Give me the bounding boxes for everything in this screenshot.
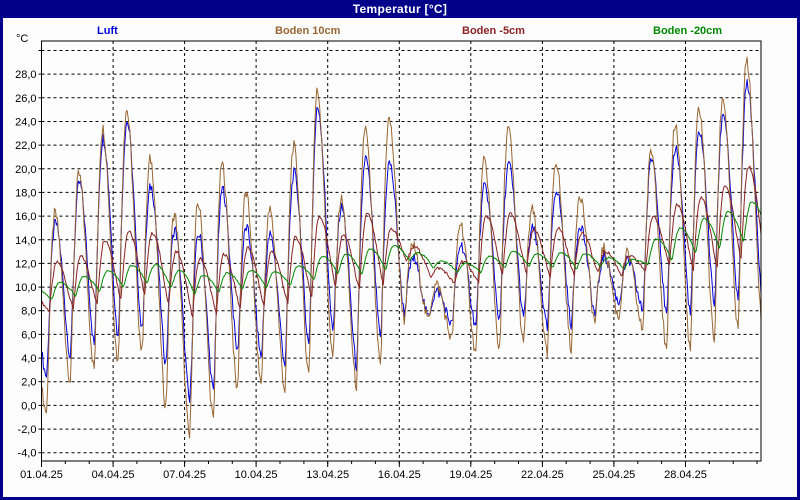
svg-text:0,0: 0,0 (21, 400, 36, 412)
window-title: Temperatur [°C] (352, 2, 448, 16)
svg-text:26,0: 26,0 (15, 93, 36, 105)
svg-text:04.04.25: 04.04.25 (92, 469, 135, 481)
svg-text:07.04.25: 07.04.25 (163, 469, 206, 481)
svg-text:12,0: 12,0 (15, 258, 36, 270)
svg-text:10,0: 10,0 (15, 282, 36, 294)
svg-text:22.04.25: 22.04.25 (521, 469, 564, 481)
svg-text:10.04.25: 10.04.25 (235, 469, 278, 481)
svg-text:-4,0: -4,0 (18, 448, 37, 460)
svg-text:-2,0: -2,0 (18, 424, 37, 436)
legend-item-boden-10cm: Boden 10cm (275, 25, 341, 37)
y-axis-unit-label: °C (16, 33, 29, 45)
svg-text:6,0: 6,0 (21, 329, 36, 341)
chart-window: Temperatur [°C] Luft Boden 10cm Boden -5… (0, 0, 800, 500)
svg-text:01.04.25: 01.04.25 (20, 469, 63, 481)
svg-text:28,0: 28,0 (15, 69, 36, 81)
svg-text:18,0: 18,0 (15, 187, 36, 199)
svg-text:8,0: 8,0 (21, 306, 36, 318)
legend-item-boden-5cm: Boden -5cm (462, 25, 525, 37)
svg-text:14,0: 14,0 (15, 235, 36, 247)
temperature-plot: 28,0 26,0 24,0 22,0 20,0 18,0 16,0 14,0 12,0 10,0… (15, 40, 762, 481)
svg-text:16.04.25: 16.04.25 (378, 469, 421, 481)
svg-text:13.04.25: 13.04.25 (306, 469, 349, 481)
svg-text:19.04.25: 19.04.25 (449, 469, 492, 481)
window-titlebar: Temperatur [°C] (0, 0, 800, 18)
svg-text:28.04.25: 28.04.25 (664, 469, 707, 481)
svg-text:2,0: 2,0 (21, 377, 36, 389)
svg-text:4,0: 4,0 (21, 353, 36, 365)
legend-item-boden-20cm: Boden -20cm (653, 25, 723, 37)
svg-text:22,0: 22,0 (15, 140, 36, 152)
svg-text:25.04.25: 25.04.25 (592, 469, 635, 481)
svg-text:24,0: 24,0 (15, 117, 36, 129)
svg-text:20,0: 20,0 (15, 164, 36, 176)
svg-text:16,0: 16,0 (15, 211, 36, 223)
legend-item-luft: Luft (97, 25, 118, 37)
